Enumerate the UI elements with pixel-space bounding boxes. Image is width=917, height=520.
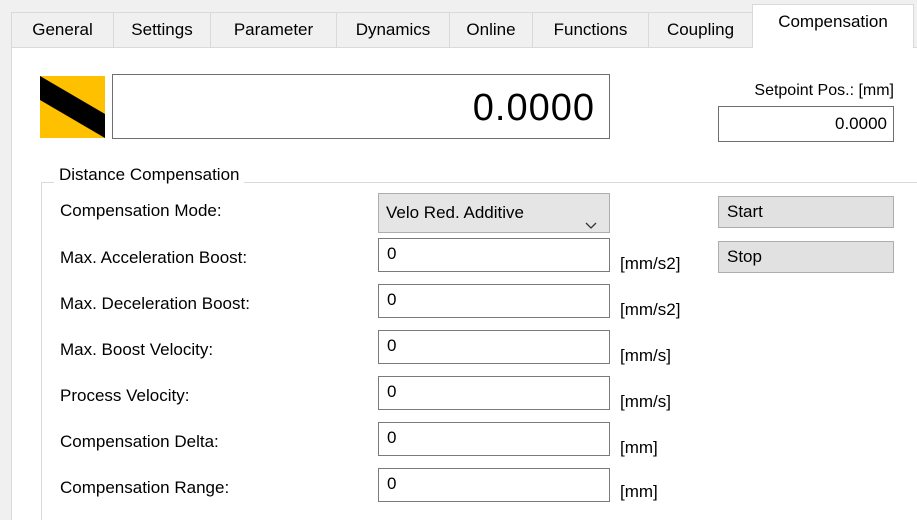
actual-position-value: 0.0000 — [472, 87, 595, 129]
chevron-down-icon — [585, 207, 597, 229]
max-acceleration-boost-field[interactable]: 0 — [378, 238, 610, 272]
max-deceleration-boost-label: Max. Deceleration Boost: — [60, 294, 250, 313]
tab-general[interactable]: General — [11, 12, 114, 47]
start-button[interactable]: Start — [718, 196, 894, 228]
max-deceleration-boost-field[interactable]: 0 — [378, 284, 610, 318]
stop-button[interactable]: Stop — [718, 241, 894, 273]
compensation-delta-field[interactable]: 0 — [378, 422, 610, 456]
actual-position-display: 0.0000 — [112, 74, 610, 139]
compensation-range-unit: [mm] — [620, 482, 658, 501]
tab-compensation[interactable]: Compensation — [752, 4, 914, 48]
compensation-mode-label: Compensation Mode: — [60, 201, 222, 220]
tab-settings[interactable]: Settings — [113, 12, 211, 47]
tab-online[interactable]: Online — [449, 12, 533, 47]
max-boost-velocity-label: Max. Boost Velocity: — [60, 340, 214, 359]
process-velocity-field[interactable]: 0 — [378, 376, 610, 410]
tab-parameter[interactable]: Parameter — [210, 12, 337, 47]
tab-bar: General Settings Parameter Dynamics Onli… — [0, 0, 917, 48]
compensation-delta-label: Compensation Delta: — [60, 432, 219, 451]
compensation-range-label: Compensation Range: — [60, 478, 230, 497]
compensation-delta-unit: [mm] — [620, 438, 658, 457]
max-acceleration-boost-unit: [mm/s2] — [620, 254, 681, 273]
max-deceleration-boost-unit: [mm/s2] — [620, 300, 681, 319]
distance-compensation-title: Distance Compensation — [54, 164, 245, 186]
compensation-range-field[interactable]: 0 — [378, 468, 610, 502]
process-velocity-unit: [mm/s] — [620, 392, 671, 411]
max-boost-velocity-unit: [mm/s] — [620, 346, 671, 365]
setpoint-position-field: 0.0000 — [718, 106, 894, 142]
compensation-mode-value: Velo Red. Additive — [386, 203, 524, 222]
tab-functions[interactable]: Functions — [532, 12, 649, 47]
setpoint-position-label: Setpoint Pos.: [mm] — [754, 82, 894, 99]
process-velocity-label: Process Velocity: — [60, 386, 190, 405]
max-acceleration-boost-label: Max. Acceleration Boost: — [60, 248, 248, 267]
axis-status-stripe-icon — [40, 76, 105, 138]
tab-coupling[interactable]: Coupling — [648, 12, 753, 47]
tab-dynamics[interactable]: Dynamics — [336, 12, 450, 47]
max-boost-velocity-field[interactable]: 0 — [378, 330, 610, 364]
compensation-mode-select[interactable]: Velo Red. Additive — [378, 193, 610, 233]
